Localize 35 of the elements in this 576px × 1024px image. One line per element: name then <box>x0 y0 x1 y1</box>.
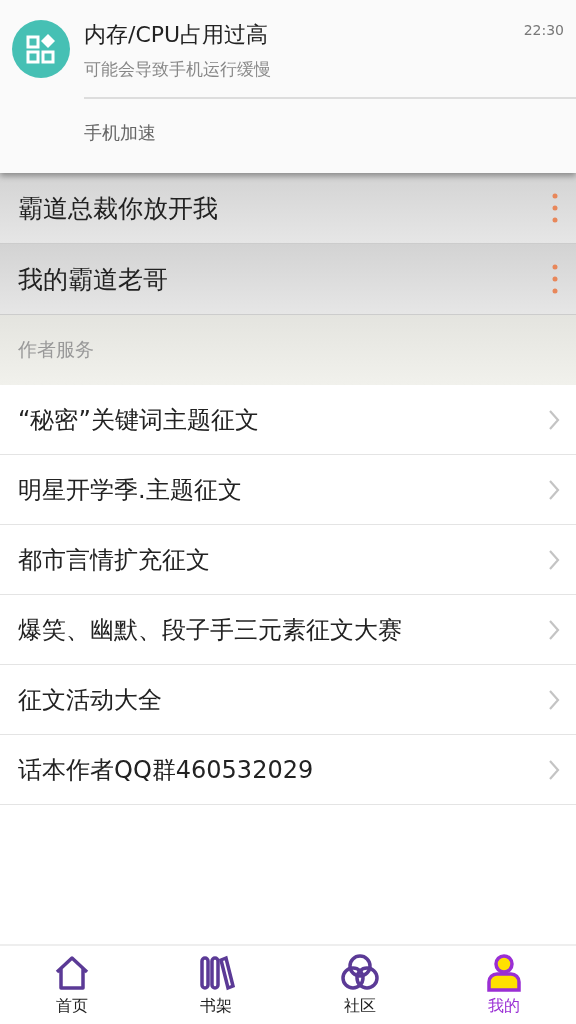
service-row[interactable]: 爆笑、幽默、段子手三元素征文大赛 <box>0 595 576 665</box>
service-label: 话本作者QQ群460532029 <box>18 754 314 786</box>
chevron-right-icon <box>548 478 560 501</box>
work-title: 我的霸道老哥 <box>18 263 168 296</box>
work-row[interactable]: 我的霸道老哥 <box>0 244 576 315</box>
service-row[interactable]: 话本作者QQ群460532029 <box>0 735 576 805</box>
service-row[interactable]: 都市言情扩充征文 <box>0 525 576 595</box>
service-row[interactable]: 明星开学季.主题征文 <box>0 455 576 525</box>
more-icon[interactable] <box>552 193 558 223</box>
service-row[interactable]: 征文活动大全 <box>0 665 576 735</box>
chevron-right-icon <box>548 618 560 641</box>
service-label: “秘密”关键词主题征文 <box>18 404 259 436</box>
tab[interactable]: 首页 <box>0 946 144 1024</box>
notification-message: 可能会导致手机运行缓慢 <box>84 58 576 99</box>
chevron-right-icon <box>548 408 560 431</box>
tab[interactable]: 书架 <box>144 946 288 1024</box>
app-grid-icon <box>12 20 70 78</box>
notification-title: 内存/CPU占用过高 <box>84 21 269 49</box>
service-label: 征文活动大全 <box>18 684 162 716</box>
work-row[interactable]: 霸道总裁你放开我 <box>0 173 576 244</box>
work-title: 霸道总裁你放开我 <box>18 192 218 225</box>
chevron-right-icon <box>548 548 560 571</box>
service-row[interactable]: “秘密”关键词主题征文 <box>0 385 576 455</box>
service-label: 明星开学季.主题征文 <box>18 474 242 506</box>
notification-card[interactable]: 内存/CPU占用过高 22:30 可能会导致手机运行缓慢 手机加速 <box>0 0 576 173</box>
notification-time: 22:30 <box>523 22 564 38</box>
boost-button[interactable]: 手机加速 <box>84 121 156 145</box>
chevron-right-icon <box>548 688 560 711</box>
section-title: 作者服务 <box>18 337 94 362</box>
tab[interactable]: 我的 <box>432 946 576 1024</box>
tab[interactable]: 社区 <box>288 946 432 1024</box>
more-icon[interactable] <box>552 264 558 294</box>
service-label: 都市言情扩充征文 <box>18 544 210 576</box>
service-label: 爆笑、幽默、段子手三元素征文大赛 <box>18 614 402 646</box>
chevron-right-icon <box>548 758 560 781</box>
